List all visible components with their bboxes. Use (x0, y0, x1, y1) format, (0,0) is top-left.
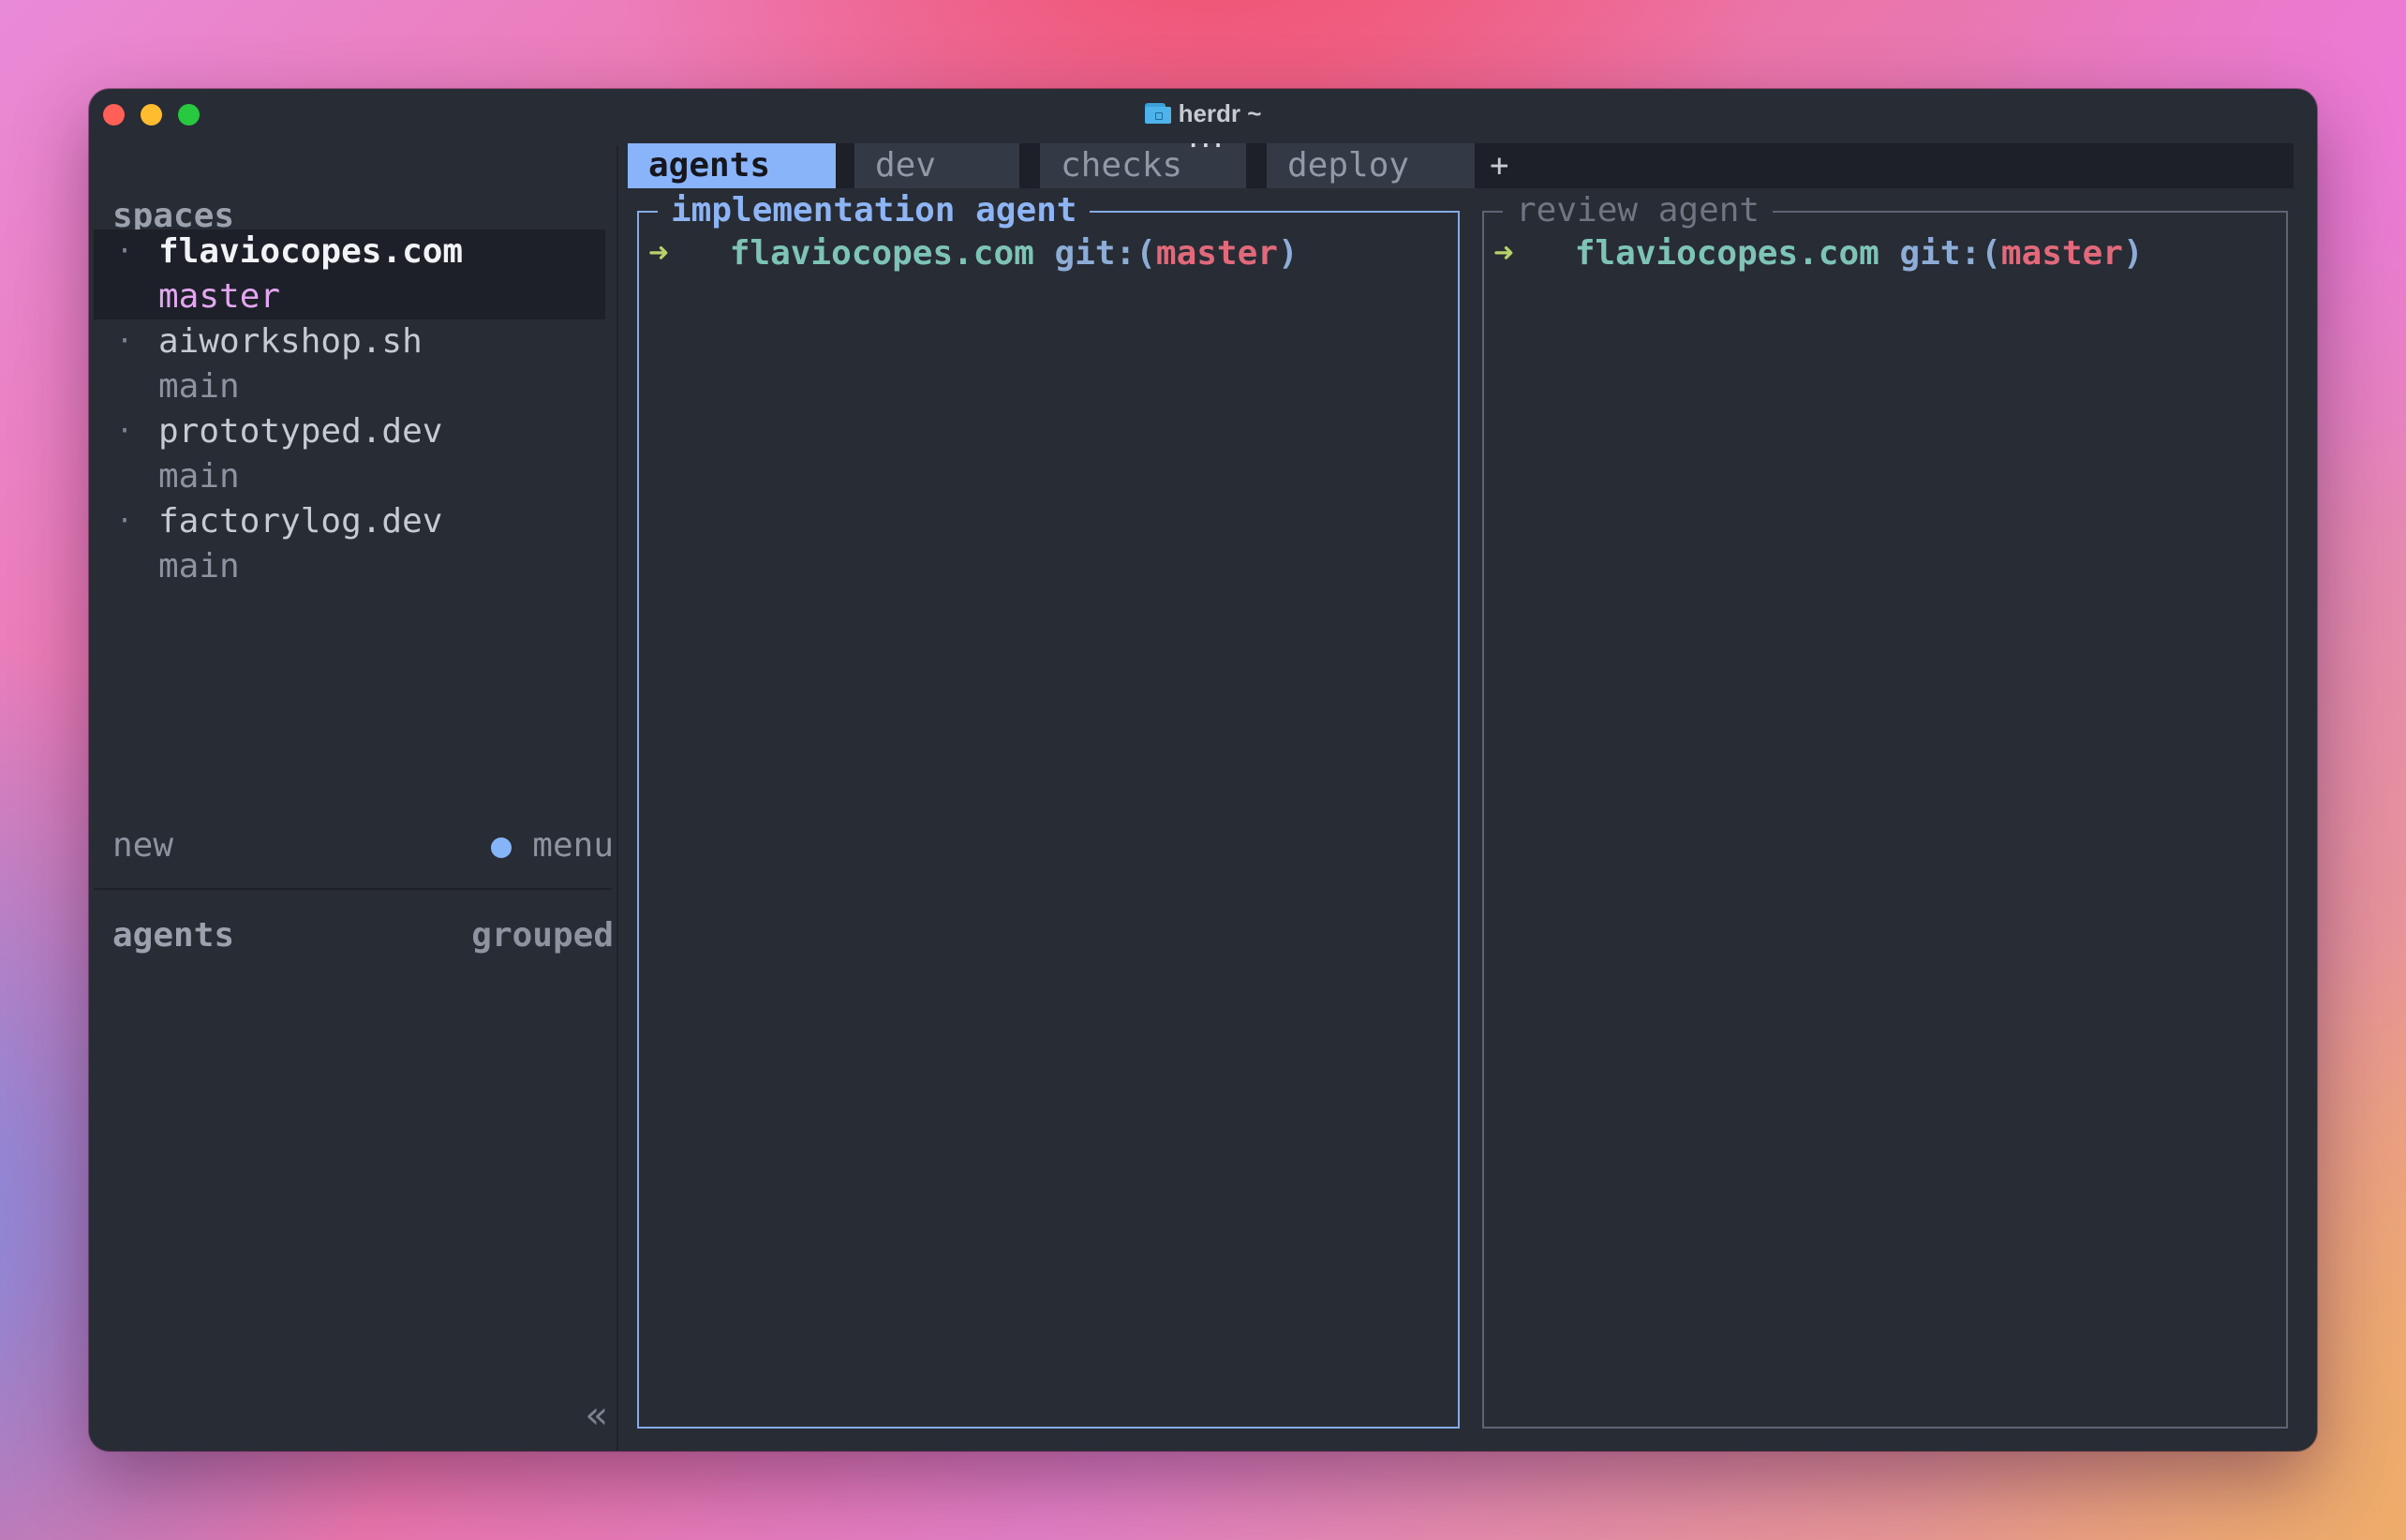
menu-button[interactable]: menu (491, 823, 614, 868)
pane-title: review agent (1503, 188, 1774, 233)
more-dots-icon[interactable]: ... (1187, 131, 1225, 152)
review-agent-pane[interactable]: review agent ➜ flaviocopes.com git:(mast… (1482, 188, 2288, 1429)
window-title: herdr ~ (89, 98, 2317, 128)
window-title-text: herdr ~ (1178, 99, 1262, 127)
menu-label: menu (532, 826, 614, 865)
space-name: aiworkshop.sh (158, 322, 423, 361)
space-bullet: · (116, 415, 134, 448)
pane-title: implementation agent (658, 188, 1091, 233)
status-dot-icon (491, 837, 512, 858)
implementation-agent-pane[interactable]: implementation agent ➜ flaviocopes.com g… (637, 188, 1460, 1429)
prompt-directory: flaviocopes.com (1574, 234, 1879, 273)
app-window: herdr ~ spaces · flaviocopes.com master … (89, 89, 2317, 1451)
space-bullet: · (116, 235, 134, 268)
grouped-toggle[interactable]: grouped (471, 913, 614, 958)
prompt-directory: flaviocopes.com (729, 234, 1034, 273)
tab-agents[interactable]: agents (628, 143, 836, 188)
space-branch: main (158, 547, 240, 585)
agents-heading: agents (112, 916, 235, 955)
space-item-flaviocopes[interactable]: · flaviocopes.com master (94, 230, 605, 319)
space-name: factorylog.dev (158, 502, 443, 540)
space-bullet: · (116, 505, 134, 538)
prompt-git-open: git:( (1054, 234, 1156, 273)
prompt-git-open: git:( (1899, 234, 2001, 273)
prompt-arrow-icon: ➜ (648, 234, 669, 273)
space-branch: main (158, 367, 240, 406)
folder-icon (1144, 103, 1171, 124)
space-branch: main (158, 457, 240, 496)
collapse-sidebar-icon[interactable]: « (586, 1393, 608, 1438)
add-tab-button[interactable]: + (1490, 143, 1508, 188)
space-name: prototyped.dev (158, 412, 443, 451)
prompt-git-close: ) (1277, 234, 1299, 273)
space-item-factorylog[interactable]: · factorylog.dev main (94, 499, 605, 589)
shell-prompt: ➜ flaviocopes.com git:(master) (1493, 231, 2144, 276)
prompt-git-close: ) (2122, 234, 2144, 273)
sidebar-divider (94, 888, 612, 890)
sidebar-border (616, 145, 618, 1451)
prompt-arrow-icon: ➜ (1493, 234, 1514, 273)
tab-dev[interactable]: dev (854, 143, 1019, 188)
tab-deploy[interactable]: deploy (1267, 143, 1475, 188)
sidebar: spaces · flaviocopes.com master · aiwork… (89, 138, 614, 1451)
space-name: flaviocopes.com (158, 232, 464, 271)
space-item-prototyped[interactable]: · prototyped.dev main (94, 409, 605, 499)
space-bullet: · (116, 325, 134, 358)
new-space-button[interactable]: new (112, 823, 173, 868)
space-branch: master (158, 277, 281, 316)
space-item-aiworkshop[interactable]: · aiworkshop.sh main (94, 319, 605, 409)
prompt-branch: master (1155, 234, 1278, 273)
prompt-branch: master (2000, 234, 2123, 273)
shell-prompt: ➜ flaviocopes.com git:(master) (648, 231, 1299, 276)
tab-bar: agents dev checks deploy + (628, 143, 2294, 188)
